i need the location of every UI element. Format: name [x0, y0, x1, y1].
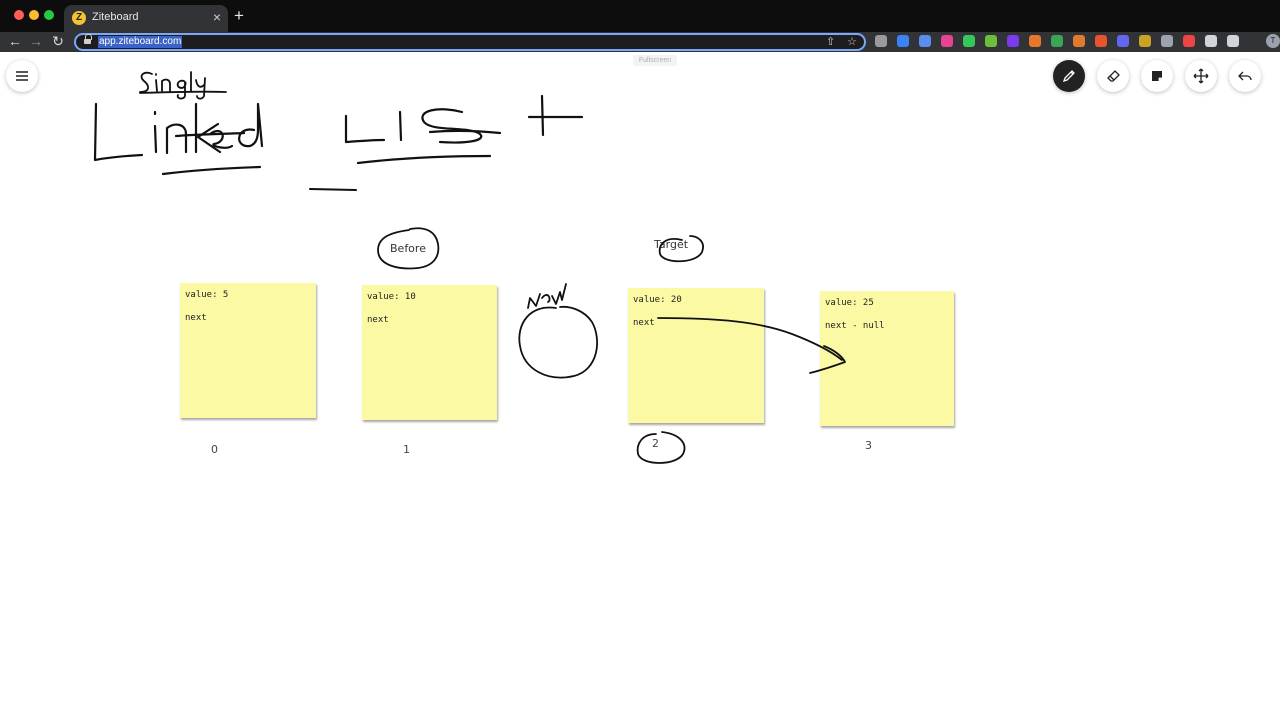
close-window-button[interactable] — [14, 10, 24, 20]
menu-button[interactable] — [6, 60, 38, 92]
fullscreen-hint[interactable]: Fullscreen — [633, 55, 677, 66]
undo-button[interactable] — [1229, 60, 1261, 92]
back-arrow-icon[interactable]: ← — [6, 32, 24, 52]
bookmark-star-icon[interactable]: ☆ — [847, 36, 857, 48]
node-2-sticky-note[interactable]: value: 20 next — [628, 288, 764, 423]
node-0-sticky-note[interactable]: value: 5 next — [180, 283, 316, 418]
browser-extension-icon[interactable] — [1139, 35, 1151, 47]
target-label: Target — [654, 238, 689, 251]
node-next: next — [633, 318, 655, 328]
menu-icon — [16, 71, 28, 81]
browser-extension-icon[interactable] — [1183, 35, 1195, 47]
move-tool-button[interactable] — [1185, 60, 1217, 92]
browser-extension-icon[interactable] — [941, 35, 953, 47]
browser-extension-icon[interactable] — [875, 35, 887, 47]
node-index-label: 3 — [865, 439, 872, 452]
browser-tab-bar: Z Ziteboard × + — [0, 0, 1280, 32]
node-next: next - null — [825, 321, 885, 331]
maximize-window-button[interactable] — [44, 10, 54, 20]
node-index-label: 1 — [403, 443, 410, 456]
ziteboard-favicon-icon: Z — [72, 11, 86, 25]
new-tab-icon[interactable]: + — [234, 6, 244, 26]
minimize-window-button[interactable] — [29, 10, 39, 20]
address-bar[interactable]: app.ziteboard.com ⇧ ☆ — [74, 33, 866, 51]
node-value: value: 25 — [825, 298, 874, 308]
node-value: value: 5 — [185, 290, 229, 300]
sticky-note-icon — [1152, 71, 1162, 81]
undo-icon — [1238, 71, 1252, 81]
sticky-note-tool-button[interactable] — [1141, 60, 1173, 92]
browser-extension-icon[interactable] — [919, 35, 931, 47]
eraser-tool-button[interactable] — [1097, 60, 1129, 92]
browser-extension-icon[interactable] — [1227, 35, 1239, 47]
browser-extension-icon[interactable] — [1205, 35, 1217, 47]
browser-tab[interactable]: Z Ziteboard × — [64, 5, 228, 32]
browser-extension-icon[interactable] — [1095, 35, 1107, 47]
browser-extension-icon[interactable] — [1029, 35, 1041, 47]
reload-icon[interactable]: ↻ — [49, 32, 67, 52]
node-index-label: 0 — [211, 443, 218, 456]
node-next: next — [367, 315, 389, 325]
share-icon[interactable]: ⇧ — [826, 36, 835, 48]
browser-extension-icon[interactable] — [1117, 35, 1129, 47]
tab-title: Ziteboard — [92, 11, 139, 23]
browser-extension-icon[interactable] — [897, 35, 909, 47]
eraser-icon — [1107, 70, 1120, 82]
browser-toolbar: ← → ↻ app.ziteboard.com ⇧ ☆ T — [0, 32, 1280, 52]
browser-extension-icon[interactable] — [1161, 35, 1173, 47]
node-1-sticky-note[interactable]: value: 10 next — [362, 285, 497, 420]
close-tab-icon[interactable]: × — [213, 9, 221, 25]
before-label: Before — [390, 242, 426, 255]
browser-extension-icon[interactable] — [1073, 35, 1085, 47]
browser-extension-icon[interactable] — [1007, 35, 1019, 47]
browser-extension-icon[interactable] — [985, 35, 997, 47]
browser-extension-icon[interactable] — [963, 35, 975, 47]
lock-icon — [84, 34, 92, 46]
node-value: value: 20 — [633, 295, 682, 305]
pen-tool-button[interactable] — [1053, 60, 1085, 92]
node-next: next — [185, 313, 207, 323]
forward-arrow-icon[interactable]: → — [27, 32, 45, 52]
move-icon — [1193, 68, 1209, 84]
profile-avatar[interactable]: T — [1266, 34, 1280, 48]
pen-icon — [1062, 70, 1075, 83]
browser-extension-icon[interactable] — [1051, 35, 1063, 47]
node-3-sticky-note[interactable]: value: 25 next - null — [820, 291, 954, 426]
url-text[interactable]: app.ziteboard.com — [98, 36, 183, 48]
node-value: value: 10 — [367, 292, 416, 302]
node-index-label: 2 — [652, 437, 659, 450]
